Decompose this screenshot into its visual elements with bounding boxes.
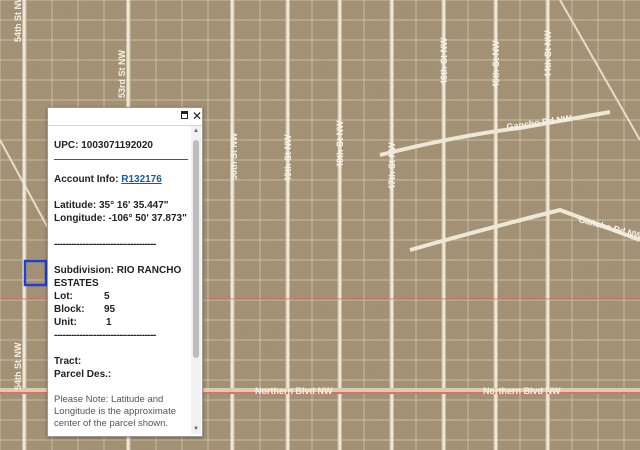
lot-value: 5 <box>104 291 110 302</box>
street-label: 54th St NW <box>13 0 23 42</box>
longitude-text: Longitude: -106° 50' 37.873" <box>54 213 187 224</box>
street-label: 50th St NW <box>229 132 239 180</box>
account-label: Account Info: <box>54 174 119 185</box>
street-label: 44th St NW <box>543 30 553 78</box>
scroll-thumb[interactable] <box>193 140 199 358</box>
account-info: Account Info: R132176 <box>54 173 191 186</box>
parcel-des-text: Parcel Des.: <box>54 369 112 380</box>
block-value: 95 <box>104 304 116 315</box>
unit-row: Unit: 1 <box>54 316 191 329</box>
separator-text: ------------------------------------ <box>54 330 156 341</box>
close-icon[interactable]: ✕ <box>191 109 203 123</box>
block-label: Block: <box>54 304 85 315</box>
note-text: Please Note: Latitude and Longitude is t… <box>54 394 176 429</box>
subdivision-text: Subdivision: RIO RANCHO ESTATES <box>54 265 182 289</box>
latitude-text: Latitude: 35° 16' 35.447" <box>54 200 169 211</box>
parcel-info-popup: ✕ UPC: 1003071192020 Account Info: R1321… <box>47 107 203 437</box>
scroll-up-icon[interactable]: ▲ <box>191 126 201 136</box>
maximize-icon[interactable] <box>179 109 191 123</box>
popup-scrollbar[interactable]: ▲ ▼ <box>191 126 201 434</box>
street-label: 47th St NW <box>387 142 397 190</box>
street-label: 48th St NW <box>335 120 345 168</box>
lot-row: Lot: 5 <box>54 290 191 303</box>
lot-label: Lot: <box>54 291 73 302</box>
unit-label: Unit: <box>54 317 77 328</box>
street-label: 54th St NW <box>13 342 23 390</box>
divider <box>54 159 188 160</box>
block-row: Block: 95 <box>54 303 191 316</box>
street-label: Northern Blvd NW <box>255 386 333 396</box>
street-label: 49th St NW <box>283 134 293 182</box>
upc-text: UPC: 1003071192020 <box>54 140 153 151</box>
street-label: 45th St NW <box>491 40 501 88</box>
tract-text: Tract: <box>54 356 82 367</box>
popup-title-bar: ✕ <box>48 108 202 126</box>
account-link[interactable]: R132176 <box>121 174 162 185</box>
unit-value: 1 <box>106 317 112 328</box>
street-label: Northern Blvd NW <box>483 386 561 396</box>
street-label: 53rd St NW <box>117 49 127 98</box>
separator-text: ------------------------------------ <box>54 239 156 250</box>
scroll-down-icon[interactable]: ▼ <box>191 424 201 434</box>
popup-content: UPC: 1003071192020 Account Info: R132176… <box>48 126 191 434</box>
street-label: 46th St NW <box>439 37 449 85</box>
